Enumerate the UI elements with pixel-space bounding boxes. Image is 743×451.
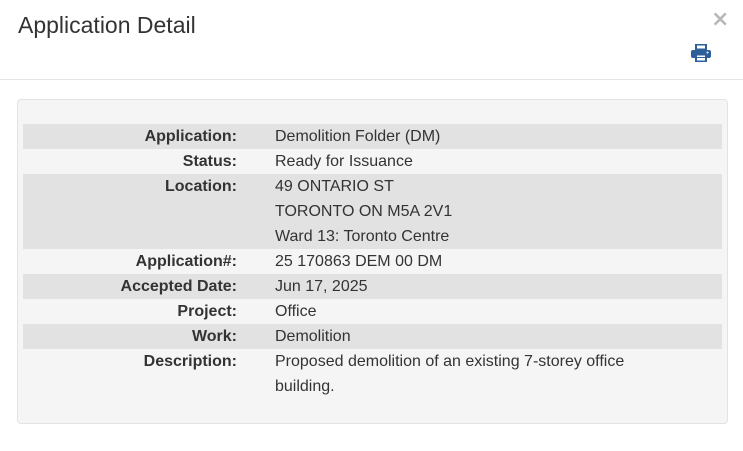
detail-row-location: Location: 49 ONTARIO ST TORONTO ON M5A 2… [23, 174, 722, 249]
location-label: Location: [23, 174, 237, 249]
application-number-label: Application#: [135, 253, 237, 270]
detail-row-application-number: Application#: 25 170863 DEM 00 DM [23, 249, 722, 274]
detail-row-project: Project: Office [23, 299, 722, 324]
detail-row-application: Application: Demolition Folder (DM) [23, 124, 722, 149]
application-label: Application: [23, 124, 237, 149]
status-label: Status: [182, 153, 237, 170]
accepted-date-value: Jun 17, 2025 [275, 274, 722, 299]
detail-row-accepted-date: Accepted Date: Jun 17, 2025 [23, 274, 722, 299]
detail-row-description: Description: Proposed demolition of an e… [23, 349, 722, 399]
modal-title: Application Detail [18, 12, 196, 38]
application-detail-table: Application: Demolition Folder (DM) Stat… [23, 124, 722, 399]
work-value: Demolition [275, 324, 722, 349]
description-label: Description: [143, 353, 237, 370]
detail-row-work: Work: Demolition [23, 324, 722, 349]
status-value: Ready for Issuance [275, 153, 413, 170]
project-value: Office [275, 303, 317, 320]
location-street: 49 ONTARIO ST [275, 178, 394, 195]
application-value: Demolition Folder (DM) [275, 124, 722, 149]
accepted-date-label: Accepted Date: [23, 274, 237, 299]
application-detail-panel: Application: Demolition Folder (DM) Stat… [17, 99, 728, 424]
work-label: Work: [23, 324, 237, 349]
print-icon[interactable] [690, 43, 712, 63]
project-label: Project: [177, 303, 237, 320]
location-city: TORONTO ON M5A 2V1 [275, 203, 453, 220]
modal-header: Application Detail × [0, 0, 743, 80]
close-icon[interactable]: × [711, 9, 729, 31]
location-ward: Ward 13: Toronto Centre [275, 228, 450, 245]
location-value: 49 ONTARIO ST TORONTO ON M5A 2V1 Ward 13… [275, 174, 722, 249]
application-number-value: 25 170863 DEM 00 DM [275, 253, 443, 270]
detail-row-status: Status: Ready for Issuance [23, 149, 722, 174]
description-value: Proposed demolition of an existing 7-sto… [275, 353, 625, 395]
